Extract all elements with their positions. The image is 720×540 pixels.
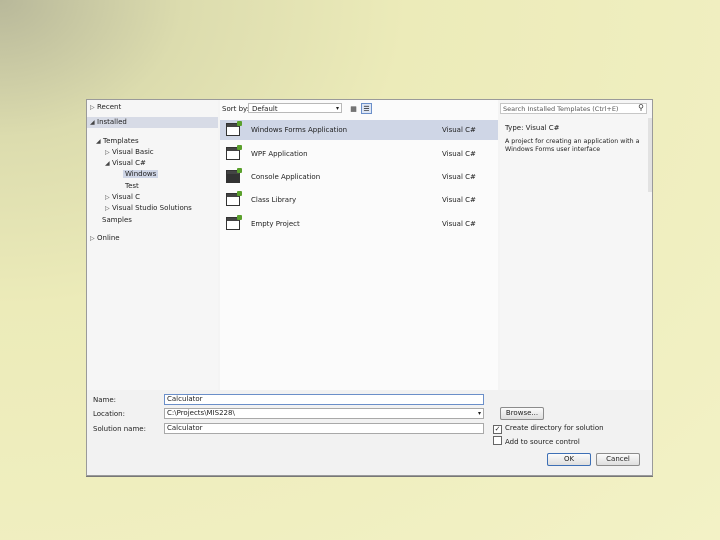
template-tree: ▷ Recent ◢ Installed ◢ Templates ▷ Visual Ba… [87,100,218,390]
list-view-icon[interactable]: ☰ [361,103,372,114]
create-directory-checkbox[interactable]: ✓ Create directory for solution [493,424,604,434]
sort-label: Sort by: [222,105,250,113]
tree-item-visual-c[interactable]: ▷ Visual C [105,192,140,203]
sort-toolbar: Sort by: Default ▾ ▦ ☰ [220,100,498,118]
checkmark-icon[interactable]: ✓ [493,425,502,434]
expand-arrow-icon[interactable]: ▷ [90,102,97,113]
template-type-label: Type: Visual C# [505,124,560,132]
expand-arrow-icon[interactable]: ▷ [90,233,97,244]
windows-forms-icon [226,121,242,136]
tree-item-online[interactable]: ▷ Online [90,233,120,244]
collapse-arrow-icon[interactable]: ◢ [105,158,112,169]
template-row[interactable]: WPF Application Visual C# [220,144,498,164]
console-application-icon [226,168,242,183]
expand-arrow-icon[interactable]: ▷ [105,147,112,158]
template-description: A project for creating an application wi… [505,138,640,153]
tree-item-samples[interactable]: Samples [102,215,132,226]
browse-button[interactable]: Browse... [500,407,544,420]
chevron-down-icon[interactable]: ▾ [478,409,481,418]
search-icon[interactable]: ⚲ [638,103,644,113]
name-label: Name: [93,396,117,404]
solution-name-input[interactable]: Calculator [164,423,484,434]
chevron-down-icon: ▾ [335,105,339,112]
cancel-button[interactable]: Cancel [596,453,640,466]
expand-arrow-icon[interactable]: ▷ [105,192,112,203]
solution-name-label: Solution name: [93,425,146,433]
search-templates-input[interactable]: Search Installed Templates (Ctrl+E) ⚲ [500,103,647,114]
template-row[interactable]: Class Library Visual C# [220,190,498,210]
template-list-panel: Sort by: Default ▾ ▦ ☰ Windows Forms App… [220,100,498,390]
location-combobox[interactable]: C:\Projects\MIS228\ ▾ [164,408,484,419]
add-source-control-checkbox[interactable]: Add to source control [493,436,580,447]
tree-item-visual-basic[interactable]: ▷ Visual Basic [105,147,154,158]
tree-item-visual-studio-solutions[interactable]: ▷ Visual Studio Solutions [105,203,192,214]
details-scrollbar[interactable] [648,118,652,192]
template-row[interactable]: Empty Project Visual C# [220,214,498,234]
template-row[interactable]: Console Application Visual C# [220,167,498,187]
collapse-arrow-icon[interactable]: ◢ [90,117,97,128]
expand-arrow-icon[interactable]: ▷ [105,203,112,214]
tree-item-templates[interactable]: ◢ Templates [96,136,139,147]
location-label: Location: [93,410,125,418]
project-form: Name: Calculator Location: C:\Projects\M… [87,390,652,475]
medium-icons-view-icon[interactable]: ▦ [348,103,359,114]
collapse-arrow-icon[interactable]: ◢ [96,136,103,147]
class-library-icon [226,191,242,206]
wpf-application-icon [226,145,242,160]
sort-dropdown[interactable]: Default ▾ [248,103,342,113]
template-details-panel: Search Installed Templates (Ctrl+E) ⚲ Ty… [500,100,652,390]
ok-button[interactable]: OK [547,453,591,466]
new-project-dialog: ▷ Recent ◢ Installed ◢ Templates ▷ Visual Ba… [86,99,653,476]
project-name-input[interactable]: Calculator [164,394,484,405]
empty-checkbox-icon[interactable] [493,436,502,445]
tree-item-installed[interactable]: ◢ Installed [87,117,218,128]
tree-item-test[interactable]: Test [125,181,139,192]
tree-item-recent[interactable]: ▷ Recent [90,102,121,113]
template-row[interactable]: Windows Forms Application Visual C# [220,120,498,140]
empty-project-icon [226,215,242,230]
tree-item-windows[interactable]: Windows [123,169,159,180]
tree-item-visual-csharp[interactable]: ◢ Visual C# [105,158,146,169]
